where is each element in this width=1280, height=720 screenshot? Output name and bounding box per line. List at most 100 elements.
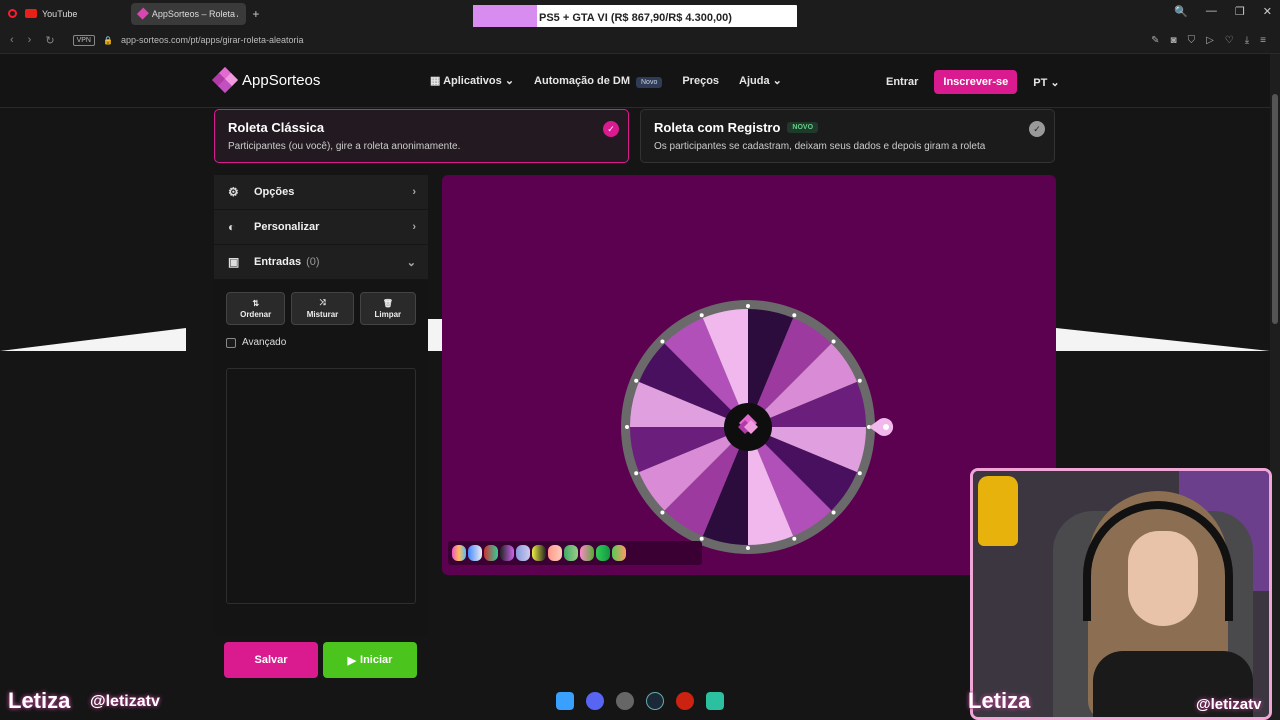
language-select[interactable]: PT ⌄ xyxy=(1033,76,1059,89)
mode-title: Roleta com Registro xyxy=(654,120,781,135)
advanced-checkbox[interactable] xyxy=(226,337,236,348)
entry-tools: ⇅ Ordenar ⤨ Misturar 🗑 Limpar xyxy=(214,280,428,325)
wheel-peg xyxy=(660,510,665,515)
accordion-label: Entradas xyxy=(254,256,302,268)
close-button[interactable]: ✕ xyxy=(1263,5,1272,18)
back-icon[interactable]: ‹ xyxy=(10,34,14,47)
signup-button[interactable]: Inscrever-se xyxy=(934,70,1018,94)
tab-label: YouTube xyxy=(42,8,78,19)
goal-text: PS5 + GTA VI (R$ 867,90/R$ 4.300,00) xyxy=(539,11,732,24)
trash-icon: 🗑 xyxy=(382,298,393,308)
gear-icon: ⚙ xyxy=(228,185,239,199)
chevron-down-icon: ⌄ xyxy=(406,256,416,269)
reload-icon[interactable]: ↻ xyxy=(45,34,54,47)
shuffle-icon: ⤨ xyxy=(319,298,326,307)
shuffle-label: Misturar xyxy=(306,310,339,319)
vpn-badge[interactable]: VPN xyxy=(72,34,95,46)
minimize-button[interactable]: — xyxy=(1206,5,1217,18)
entries-textarea[interactable] xyxy=(226,368,416,604)
stream-name-left: Letiza xyxy=(8,688,71,713)
wheel[interactable] xyxy=(442,175,1056,575)
accordion-options[interactable]: ⚙ Opções › xyxy=(214,175,428,210)
logo[interactable]: AppSorteos xyxy=(211,66,321,94)
address-bar: ‹ › ↻ VPN 🔒 app-sorteos.com/pt/apps/gira… xyxy=(0,27,1280,54)
chevron-right-icon: › xyxy=(412,221,416,233)
download-icon[interactable]: ⤓ xyxy=(1245,35,1249,46)
wheel-panel xyxy=(442,175,1056,575)
play-icon[interactable]: ▷ xyxy=(1206,35,1214,46)
menu-icon[interactable]: ≡ xyxy=(1260,35,1266,46)
stream-handle-left: @letizatv xyxy=(90,693,160,710)
stream-name-right: Letiza xyxy=(968,688,1031,713)
chevron-down-icon: ⌄ xyxy=(1050,76,1060,89)
windows-start-icon[interactable] xyxy=(556,692,574,710)
play-icon: ▶ xyxy=(347,654,357,667)
wheel-peg xyxy=(792,313,797,318)
forward-icon[interactable]: › xyxy=(28,34,32,47)
start-label: Iniciar xyxy=(360,654,393,666)
wheel-peg xyxy=(857,471,862,476)
shield-icon[interactable]: ⛉ xyxy=(1188,35,1196,46)
new-tab-button[interactable]: + xyxy=(252,7,259,21)
mode-card-classic[interactable]: Roleta Clássica Participantes (ou você),… xyxy=(214,109,629,163)
sort-button[interactable]: ⇅ Ordenar xyxy=(226,292,286,325)
nav-apps-label: Aplicativos xyxy=(443,75,502,87)
scrollbar-thumb[interactable] xyxy=(1272,94,1278,324)
mode-card-registration[interactable]: Roleta com Registro NOVO Os participante… xyxy=(640,109,1055,163)
url-input[interactable]: app-sorteos.com/pt/apps/girar-roleta-ale… xyxy=(121,35,304,45)
shuffle-button[interactable]: ⤨ Misturar xyxy=(291,292,354,325)
edit-icon[interactable]: ✎ xyxy=(1151,35,1159,46)
color-palette-strip[interactable] xyxy=(448,541,702,565)
tab-youtube[interactable]: YouTube xyxy=(17,3,85,25)
settings-panel: ⚙ Opções › ◐ Personalizar › ▣ Entradas (… xyxy=(214,175,428,635)
nav-dm[interactable]: Automação de DM Novo xyxy=(534,74,663,88)
wheel-peg xyxy=(660,339,665,344)
discord-icon[interactable] xyxy=(586,692,604,710)
tab-label: AppSorteos – Roleta Alea xyxy=(151,8,238,19)
app-icon[interactable] xyxy=(706,692,724,710)
save-button[interactable]: Salvar xyxy=(224,642,318,678)
gift-icon: ▣ xyxy=(228,255,240,269)
chevron-down-icon: ⌄ xyxy=(504,75,515,87)
heart-icon[interactable]: ♡ xyxy=(1225,35,1234,46)
advanced-label: Avançado xyxy=(242,337,287,348)
wheel-peg xyxy=(634,471,639,476)
wheel-peg xyxy=(746,304,750,308)
chevron-down-icon: ⌄ xyxy=(772,75,782,87)
start-button[interactable]: ▶ Iniciar xyxy=(323,642,417,678)
clear-button[interactable]: 🗑 Limpar xyxy=(359,292,416,325)
webcam-overlay xyxy=(970,468,1272,720)
logo-text: AppSorteos xyxy=(242,71,321,89)
steam-icon[interactable] xyxy=(646,692,664,710)
mode-desc: Os participantes se cadastram, deixam se… xyxy=(654,141,986,152)
maximize-button[interactable]: ❐ xyxy=(1235,5,1245,18)
obs-icon[interactable] xyxy=(616,692,634,710)
mode-title: Roleta Clássica xyxy=(228,120,325,135)
camera-icon[interactable]: ◙ xyxy=(1171,35,1177,46)
accordion-entries[interactable]: ▣ Entradas (0) ⌄ xyxy=(214,245,428,280)
mask-figure xyxy=(978,476,1018,546)
accordion-label: Personalizar xyxy=(254,221,320,233)
login-link[interactable]: Entrar xyxy=(886,76,918,88)
nav-apps[interactable]: ▦ Aplicativos ⌄ xyxy=(430,74,514,87)
grid-icon: ▦ xyxy=(430,75,441,87)
check-icon: ✓ xyxy=(603,121,619,137)
nav-help[interactable]: Ajuda ⌄ xyxy=(739,74,782,87)
accordion-customize[interactable]: ◐ Personalizar › xyxy=(214,210,428,245)
opera-icon[interactable] xyxy=(676,692,694,710)
language-label: PT xyxy=(1033,76,1048,89)
novo-badge: Novo xyxy=(636,76,663,88)
opera-icon[interactable] xyxy=(8,9,17,18)
logo-icon xyxy=(211,66,239,94)
advanced-toggle[interactable]: Avançado xyxy=(214,325,428,348)
search-tabs-icon[interactable]: 🔍 xyxy=(1174,5,1188,18)
wheel-peg xyxy=(625,425,629,429)
wheel-peg xyxy=(831,339,836,344)
wheel-peg xyxy=(699,536,704,541)
entries-count: (0) xyxy=(306,256,320,268)
wheel-peg xyxy=(831,510,836,515)
nav-prices[interactable]: Preços xyxy=(682,75,719,87)
window-controls: 🔍 — ❐ ✕ xyxy=(1174,5,1272,18)
tab-appsorteos[interactable]: AppSorteos – Roleta Alea xyxy=(131,2,247,25)
nav-dm-label: Automação de DM xyxy=(534,74,630,87)
